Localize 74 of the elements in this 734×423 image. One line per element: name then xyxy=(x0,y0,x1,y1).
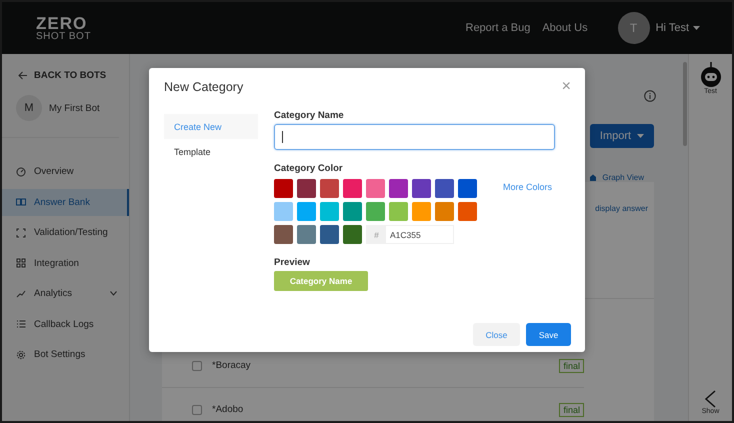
gear-icon xyxy=(16,350,26,360)
caret-icon xyxy=(637,134,644,138)
graph-view-link[interactable]: Graph View xyxy=(589,173,644,182)
dialog-title: New Category xyxy=(164,80,244,94)
color-swatch[interactable] xyxy=(412,179,431,198)
sidebar-item[interactable]: Bot Settings xyxy=(2,341,129,368)
info-icon[interactable] xyxy=(644,90,656,102)
row-checkbox[interactable] xyxy=(192,360,202,370)
frame-icon xyxy=(16,228,26,238)
sidebar-item[interactable]: Analytics xyxy=(2,280,129,307)
more-colors-link[interactable]: More Colors xyxy=(503,182,552,244)
color-swatch[interactable] xyxy=(274,179,293,198)
caret-icon xyxy=(693,26,700,30)
import-button[interactable]: Import xyxy=(590,124,654,148)
color-swatch[interactable] xyxy=(297,225,316,244)
sidebar-item[interactable]: Integration xyxy=(2,250,129,276)
book-icon xyxy=(16,197,26,207)
status-tag: final xyxy=(559,358,584,372)
color-swatch[interactable] xyxy=(366,202,385,221)
trend-icon xyxy=(16,288,26,298)
bot-name: My First Bot xyxy=(49,102,100,114)
sidebar-item[interactable]: Answer Bank xyxy=(2,188,129,216)
sidebar-item[interactable]: Callback Logs xyxy=(2,310,129,338)
color-swatch[interactable] xyxy=(320,225,339,244)
category-preview: Category Name xyxy=(274,271,368,291)
nav-link[interactable]: About Us xyxy=(542,22,588,34)
list-icon xyxy=(16,319,26,329)
color-swatch[interactable] xyxy=(274,202,293,221)
close-button[interactable]: × xyxy=(562,79,571,95)
color-swatch[interactable] xyxy=(297,179,316,198)
color-swatch[interactable] xyxy=(320,202,339,221)
user-menu[interactable]: Hi Test xyxy=(656,22,700,34)
nav-link[interactable]: Report a Bug xyxy=(466,22,530,34)
hex-prefix: # xyxy=(367,226,386,243)
bot-avatar: M xyxy=(16,95,42,121)
logo-subtitle: SHOT BOT xyxy=(36,32,91,42)
robot-icon xyxy=(698,62,722,88)
color-swatch[interactable] xyxy=(343,202,362,221)
color-swatch[interactable] xyxy=(458,202,477,221)
grid-icon xyxy=(16,258,26,268)
chevron-left-icon xyxy=(704,390,716,408)
field-label: Category Color xyxy=(274,163,344,174)
back-link[interactable]: BACK TO BOTS xyxy=(2,66,129,85)
color-swatch[interactable] xyxy=(458,179,477,198)
color-swatch[interactable] xyxy=(274,225,293,244)
sidebar-item[interactable]: Validation/Testing xyxy=(2,219,129,246)
sidebar-item[interactable]: Overview xyxy=(2,158,129,185)
logo-wordmark: ZERO xyxy=(36,14,88,32)
dialog-tab[interactable]: Template xyxy=(164,139,258,164)
color-swatch[interactable] xyxy=(343,179,362,198)
answer-name: *Adobo xyxy=(212,404,244,415)
answer-text: display answer xyxy=(595,204,648,215)
cancel-button[interactable]: Close xyxy=(473,323,520,346)
color-swatch[interactable] xyxy=(320,179,339,198)
color-swatch[interactable] xyxy=(435,202,454,221)
color-swatch[interactable] xyxy=(389,179,408,198)
category-name-field[interactable] xyxy=(274,124,555,150)
color-swatch[interactable] xyxy=(435,179,454,198)
back-arrow-icon xyxy=(18,71,28,80)
color-swatch[interactable] xyxy=(343,225,362,244)
dialog-tab[interactable]: Create New xyxy=(164,114,258,139)
chevron-icon xyxy=(110,291,117,296)
save-button[interactable]: Save xyxy=(526,323,571,346)
row-checkbox[interactable] xyxy=(192,404,202,414)
field-label: Preview xyxy=(274,257,311,268)
field-label: Category Name xyxy=(274,110,345,121)
status-tag: final xyxy=(559,402,584,416)
answer-name: *Boracay xyxy=(212,360,252,371)
color-swatch[interactable] xyxy=(389,202,408,221)
color-swatch[interactable] xyxy=(412,202,431,221)
gauge-icon xyxy=(16,166,26,176)
hex-color-field[interactable]: # A1C355 xyxy=(366,225,454,244)
color-swatch[interactable] xyxy=(366,179,385,198)
color-swatch[interactable] xyxy=(297,202,316,221)
